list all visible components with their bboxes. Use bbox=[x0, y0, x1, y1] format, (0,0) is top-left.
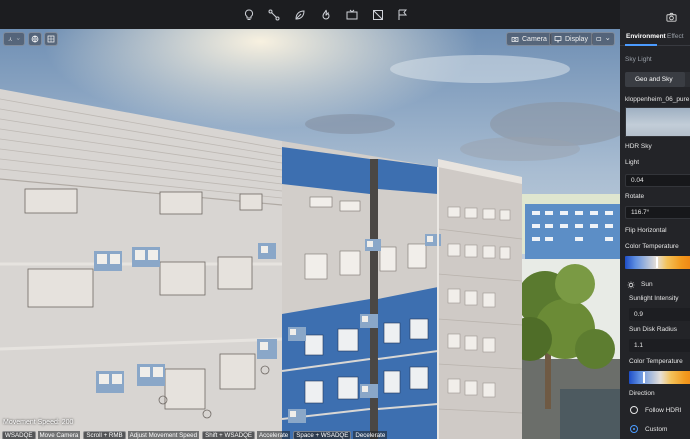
keyboard-hint: Shift + WSADQE Accelerate bbox=[202, 431, 291, 439]
hint-key: Scroll + RMB bbox=[83, 431, 126, 439]
lightbulb-icon[interactable] bbox=[242, 8, 256, 22]
chevron-down-icon bbox=[16, 38, 20, 40]
3d-viewport[interactable]: Camera Display Movement Speed: 200 WSADQ… bbox=[0, 29, 620, 439]
camera-icon bbox=[511, 37, 519, 42]
rotate-label: Rotate bbox=[625, 193, 645, 200]
sky-mode-segmented-control[interactable]: Geo and Sky bbox=[625, 72, 690, 87]
media-icon[interactable] bbox=[345, 8, 359, 22]
keyboard-hint: Scroll + RMB Adjust Movement Speed bbox=[83, 431, 200, 439]
keyboard-hint: Space + WSADQE Decelerate bbox=[293, 431, 388, 439]
sun-color-temperature-label: Color Temperature bbox=[629, 358, 683, 365]
globe-icon bbox=[31, 35, 39, 43]
sun-color-temperature-slider[interactable] bbox=[629, 371, 690, 384]
snap-button[interactable] bbox=[44, 32, 58, 46]
no-image-icon[interactable] bbox=[371, 8, 385, 22]
leaf-icon[interactable] bbox=[293, 8, 307, 22]
globe-button[interactable] bbox=[28, 32, 42, 46]
monitor-icon bbox=[554, 36, 562, 43]
camera-icon bbox=[665, 12, 677, 22]
direction-label: Direction bbox=[629, 390, 655, 397]
light-label: Light bbox=[625, 159, 640, 166]
light-input[interactable]: 0.04 bbox=[625, 174, 690, 187]
scene-render bbox=[0, 29, 620, 439]
active-tab-indicator bbox=[625, 44, 657, 46]
sky-color-temperature-label: Color Temperature bbox=[625, 243, 679, 250]
hdri-thumbnail[interactable] bbox=[625, 107, 690, 137]
slider-handle[interactable] bbox=[643, 372, 645, 383]
tab-environment[interactable]: Environment bbox=[626, 33, 666, 40]
keyboard-hints-bar: WSADQE Move Camera Scroll + RMB Adjust Move… bbox=[2, 431, 388, 439]
follow-hdri-radio[interactable] bbox=[630, 406, 638, 414]
sky-mode-geo-and-sky[interactable]: Geo and Sky bbox=[625, 72, 685, 87]
rotate-input[interactable]: 116.7° bbox=[625, 206, 690, 219]
axis-gizmo-icon bbox=[8, 37, 13, 41]
camera-label: Camera bbox=[522, 35, 547, 43]
camera-capture-button[interactable] bbox=[664, 10, 678, 24]
grid-snap-icon bbox=[47, 35, 55, 43]
hint-key: Shift + WSADQE bbox=[202, 431, 256, 439]
fire-icon[interactable] bbox=[319, 8, 333, 22]
hint-action: Accelerate bbox=[257, 431, 291, 439]
display-dropdown[interactable]: Display bbox=[549, 32, 593, 46]
section-title-sky-light: Sky Light bbox=[625, 56, 652, 63]
flag-pin-icon[interactable] bbox=[396, 8, 410, 22]
hint-key: WSADQE bbox=[2, 431, 36, 439]
hint-action: Decelerate bbox=[353, 431, 388, 439]
camera-dropdown[interactable]: Camera bbox=[506, 32, 552, 46]
screenshot-icon bbox=[596, 37, 602, 41]
path-nodes-icon[interactable] bbox=[267, 8, 281, 22]
top-toolbar bbox=[0, 0, 690, 29]
sky-color-temperature-slider[interactable] bbox=[625, 256, 690, 269]
panel-tabs: Environment Effect bbox=[620, 29, 690, 46]
properties-panel: Environment Effect Sky Light Geo and Sky… bbox=[620, 0, 690, 439]
sun-icon bbox=[627, 281, 635, 289]
hdri-name: kloppenheim_06_pure bbox=[625, 96, 690, 103]
sunlight-intensity-input[interactable]: 0.9 bbox=[629, 308, 690, 321]
custom-radio[interactable] bbox=[630, 425, 638, 433]
app-window: Camera Display Movement Speed: 200 WSADQ… bbox=[0, 0, 690, 439]
hdr-sky-label: HDR Sky bbox=[625, 143, 652, 150]
chevron-down-icon bbox=[605, 38, 609, 41]
keyboard-hint: WSADQE Move Camera bbox=[2, 431, 81, 439]
sun-section-title: Sun bbox=[641, 281, 653, 288]
follow-hdri-label[interactable]: Follow HDRI bbox=[645, 407, 681, 414]
flip-horizontal-label[interactable]: Flip Horizontal bbox=[625, 227, 667, 234]
transform-tool-dropdown[interactable] bbox=[3, 32, 25, 46]
render-settings-dropdown[interactable] bbox=[591, 32, 615, 46]
tab-effect[interactable]: Effect bbox=[667, 33, 684, 40]
hint-action: Move Camera bbox=[37, 431, 81, 439]
sunlight-intensity-label: Sunlight Intensity bbox=[629, 295, 679, 302]
slider-handle[interactable] bbox=[655, 257, 658, 268]
movement-speed-readout: Movement Speed: 200 bbox=[3, 419, 74, 426]
hint-key: Space + WSADQE bbox=[293, 431, 352, 439]
display-label: Display bbox=[565, 35, 588, 43]
hint-action: Adjust Movement Speed bbox=[127, 431, 200, 439]
sun-disk-radius-input[interactable]: 1.1 bbox=[629, 339, 690, 352]
sun-disk-radius-label: Sun Disk Radius bbox=[629, 326, 678, 333]
custom-label[interactable]: Custom bbox=[645, 426, 667, 433]
